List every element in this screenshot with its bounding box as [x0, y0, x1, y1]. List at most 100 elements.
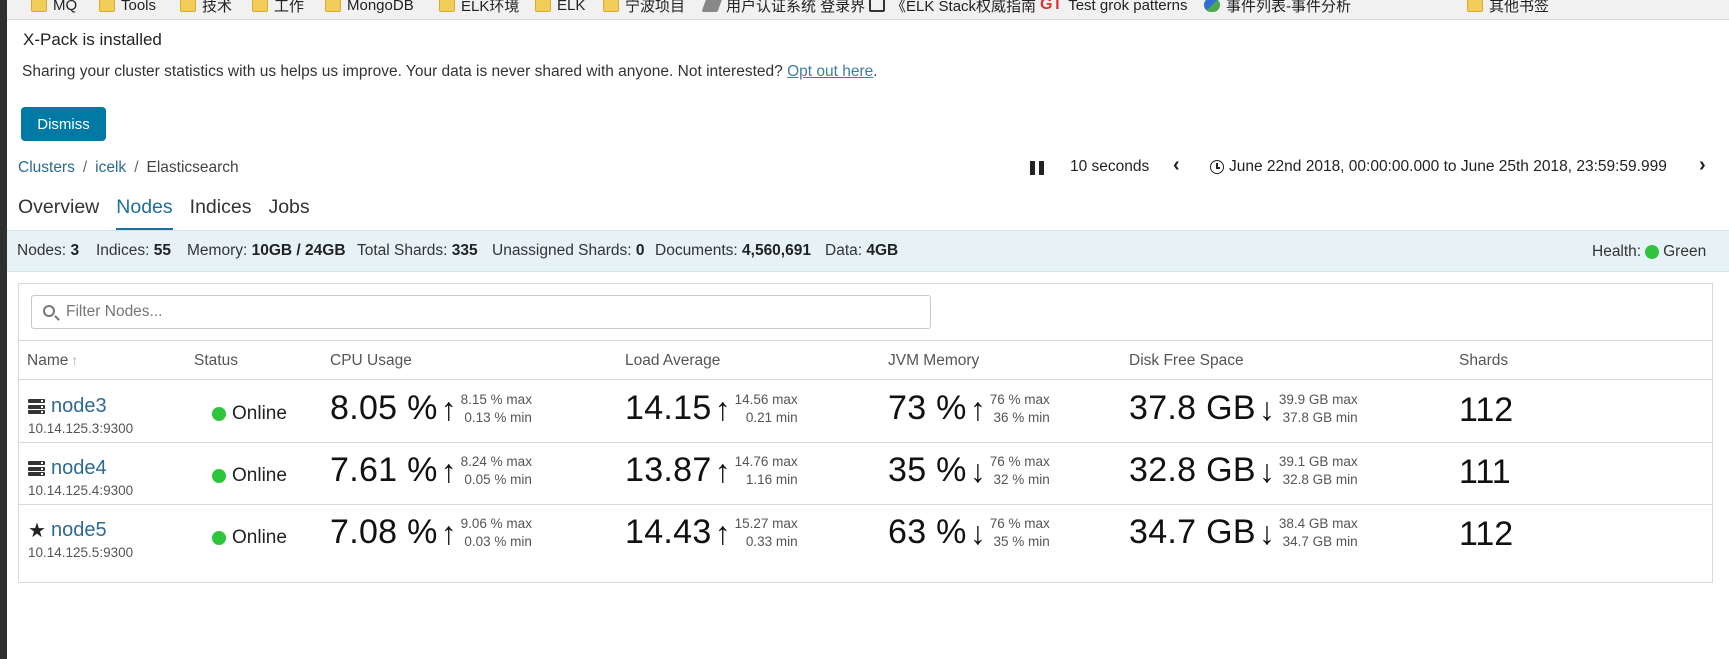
opt-out-link[interactable]: Opt out here [787, 63, 873, 80]
status-label: Online [232, 527, 287, 548]
bookmark-mq[interactable]: MQ [31, 0, 77, 15]
column-header-name[interactable]: Name ↑ [27, 352, 78, 370]
bookmark-label: 其他书签 [1489, 0, 1550, 15]
breadcrumb: Clusters / icelk / Elasticsearch [18, 159, 239, 177]
bookmark-label: 宁波项目 [625, 0, 686, 15]
bookmark-ningbo[interactable]: 宁波项目 [603, 0, 685, 15]
cpu-metric: 7.08 % ↑ 9.06 % max 0.03 % min [330, 513, 532, 552]
pause-icon[interactable] [1030, 161, 1044, 175]
column-header-status[interactable]: Status [194, 352, 238, 370]
disk-metric: 37.8 GB ↓ 39.9 GB max 37.8 GB min [1129, 389, 1358, 428]
disk-metric: 32.8 GB ↓ 39.1 GB max 32.8 GB min [1129, 451, 1358, 490]
health-label: Health: [1592, 243, 1642, 260]
bookmark-other[interactable]: 其他书签 [1467, 0, 1549, 15]
cpu-min: 0.13 % min [464, 409, 532, 425]
cpu-max: 8.15 % max [460, 391, 532, 407]
load-metric: 14.15 ↑ 14.56 max 0.21 min [625, 389, 798, 428]
server-icon [28, 461, 45, 476]
brackets-icon [869, 0, 885, 12]
load-minmax: 14.56 max 0.21 min [735, 391, 798, 427]
jvm-min: 36 % min [993, 409, 1050, 425]
bookmark-event-list[interactable]: 事件列表-事件分析 [1204, 0, 1351, 15]
table-row: ★ node5 10.14.125.5:9300 Online 7.08 % ↑ 9.06 … [19, 505, 1712, 567]
trend-down-arrow-icon: ↓ [969, 452, 986, 489]
column-header-jvm[interactable]: JVM Memory [888, 352, 979, 370]
column-header-disk[interactable]: Disk Free Space [1129, 352, 1244, 370]
bookmark-label: 工作 [274, 0, 305, 15]
server-icon [28, 399, 45, 414]
shards-count: 112 [1459, 515, 1514, 553]
cpu-metric: 8.05 % ↑ 8.15 % max 0.13 % min [330, 389, 532, 428]
disk-min: 32.8 GB min [1282, 471, 1358, 487]
bookmark-work[interactable]: 工作 [252, 0, 304, 15]
tab-overview[interactable]: Overview [18, 192, 99, 230]
wing-icon [1204, 0, 1220, 12]
tab-indices[interactable]: Indices [190, 192, 252, 230]
column-header-shards[interactable]: Shards [1459, 352, 1508, 370]
load-min: 1.16 min [745, 471, 798, 487]
node-name-cell: ★ node5 [28, 519, 107, 542]
folder-icon [439, 0, 455, 12]
table-row: node3 10.14.125.3:9300 Online 8.05 % ↑ 8.15 %… [19, 381, 1712, 443]
cpu-max: 8.24 % max [460, 453, 532, 469]
trend-up-arrow-icon: ↑ [969, 390, 986, 427]
bookmark-tech[interactable]: 技术 [180, 0, 232, 15]
jvm-max: 76 % max [989, 515, 1050, 531]
summary-data: Data: 4GB [825, 242, 899, 259]
folder-icon [99, 0, 115, 12]
jvm-minmax: 76 % max 35 % min [990, 515, 1050, 551]
breadcrumb-clusters[interactable]: Clusters [18, 159, 75, 177]
bookmark-elk[interactable]: ELK [535, 0, 585, 15]
column-header-load[interactable]: Load Average [625, 352, 720, 370]
load-min: 0.33 min [745, 533, 798, 549]
filter-nodes-input[interactable] [64, 296, 924, 328]
bookmark-label: 事件列表-事件分析 [1226, 0, 1351, 15]
table-row: node4 10.14.125.4:9300 Online 7.61 % ↑ 8.24 %… [19, 443, 1712, 505]
health-dot-icon [1645, 245, 1660, 259]
disk-minmax: 39.9 GB max 37.8 GB min [1279, 391, 1358, 427]
bookmark-grok[interactable]: GT Test grok patterns [1040, 0, 1187, 15]
chevron-right-icon[interactable]: › [1699, 154, 1706, 177]
breadcrumb-separator: / [82, 159, 88, 176]
time-range-picker[interactable]: June 22nd 2018, 00:00:00.000 to June 25t… [1210, 158, 1667, 176]
node-status: Online [212, 403, 287, 425]
breadcrumb-separator: / [134, 159, 139, 176]
chevron-left-icon[interactable]: ‹ [1173, 154, 1180, 177]
summary-total-shards: Total Shards: 335 [357, 242, 478, 259]
folder-icon [535, 0, 551, 12]
refresh-interval[interactable]: 10 seconds [1070, 158, 1149, 176]
node-link[interactable]: node5 [51, 519, 107, 542]
bookmark-elk-guide[interactable]: 《ELK Stack权威指南 [869, 0, 1036, 15]
disk-min: 34.7 GB min [1282, 533, 1358, 549]
jvm-min: 35 % min [993, 533, 1050, 549]
bookmark-auth-system[interactable]: 用户认证系统 登录界 [701, 0, 865, 15]
bookmark-elk-env[interactable]: ELK环境 [439, 0, 519, 15]
jvm-value: 73 % [888, 389, 967, 427]
folder-icon [325, 0, 341, 12]
window-edge [0, 0, 7, 659]
status-label: Online [232, 403, 287, 424]
bookmark-mongodb[interactable]: MongoDB [325, 0, 414, 15]
tab-jobs[interactable]: Jobs [268, 192, 309, 230]
bookmark-tools[interactable]: Tools [99, 0, 156, 15]
load-metric: 13.87 ↑ 14.76 max 1.16 min [625, 451, 798, 490]
summary-unassigned-shards: Unassigned Shards: 0 [492, 242, 645, 259]
tab-nodes[interactable]: Nodes [116, 192, 173, 230]
disk-minmax: 39.1 GB max 32.8 GB min [1279, 453, 1358, 489]
bookmark-label: MQ [53, 0, 78, 14]
folder-icon [252, 0, 268, 12]
folder-icon [1467, 0, 1483, 12]
dismiss-button[interactable]: Dismiss [21, 107, 106, 141]
trend-down-arrow-icon: ↓ [1258, 452, 1275, 489]
gt-icon: GT [1040, 0, 1063, 13]
breadcrumb-cluster[interactable]: icelk [95, 159, 126, 177]
status-label: Online [232, 465, 287, 486]
disk-minmax: 38.4 GB max 34.7 GB min [1279, 515, 1358, 551]
cpu-value: 8.05 % [330, 389, 438, 427]
column-header-cpu[interactable]: CPU Usage [330, 352, 412, 370]
breadcrumb-current: Elasticsearch [146, 159, 239, 176]
node-link[interactable]: node3 [51, 395, 107, 418]
jvm-minmax: 76 % max 36 % min [990, 391, 1050, 427]
node-link[interactable]: node4 [51, 457, 107, 480]
pen-icon [701, 0, 723, 12]
